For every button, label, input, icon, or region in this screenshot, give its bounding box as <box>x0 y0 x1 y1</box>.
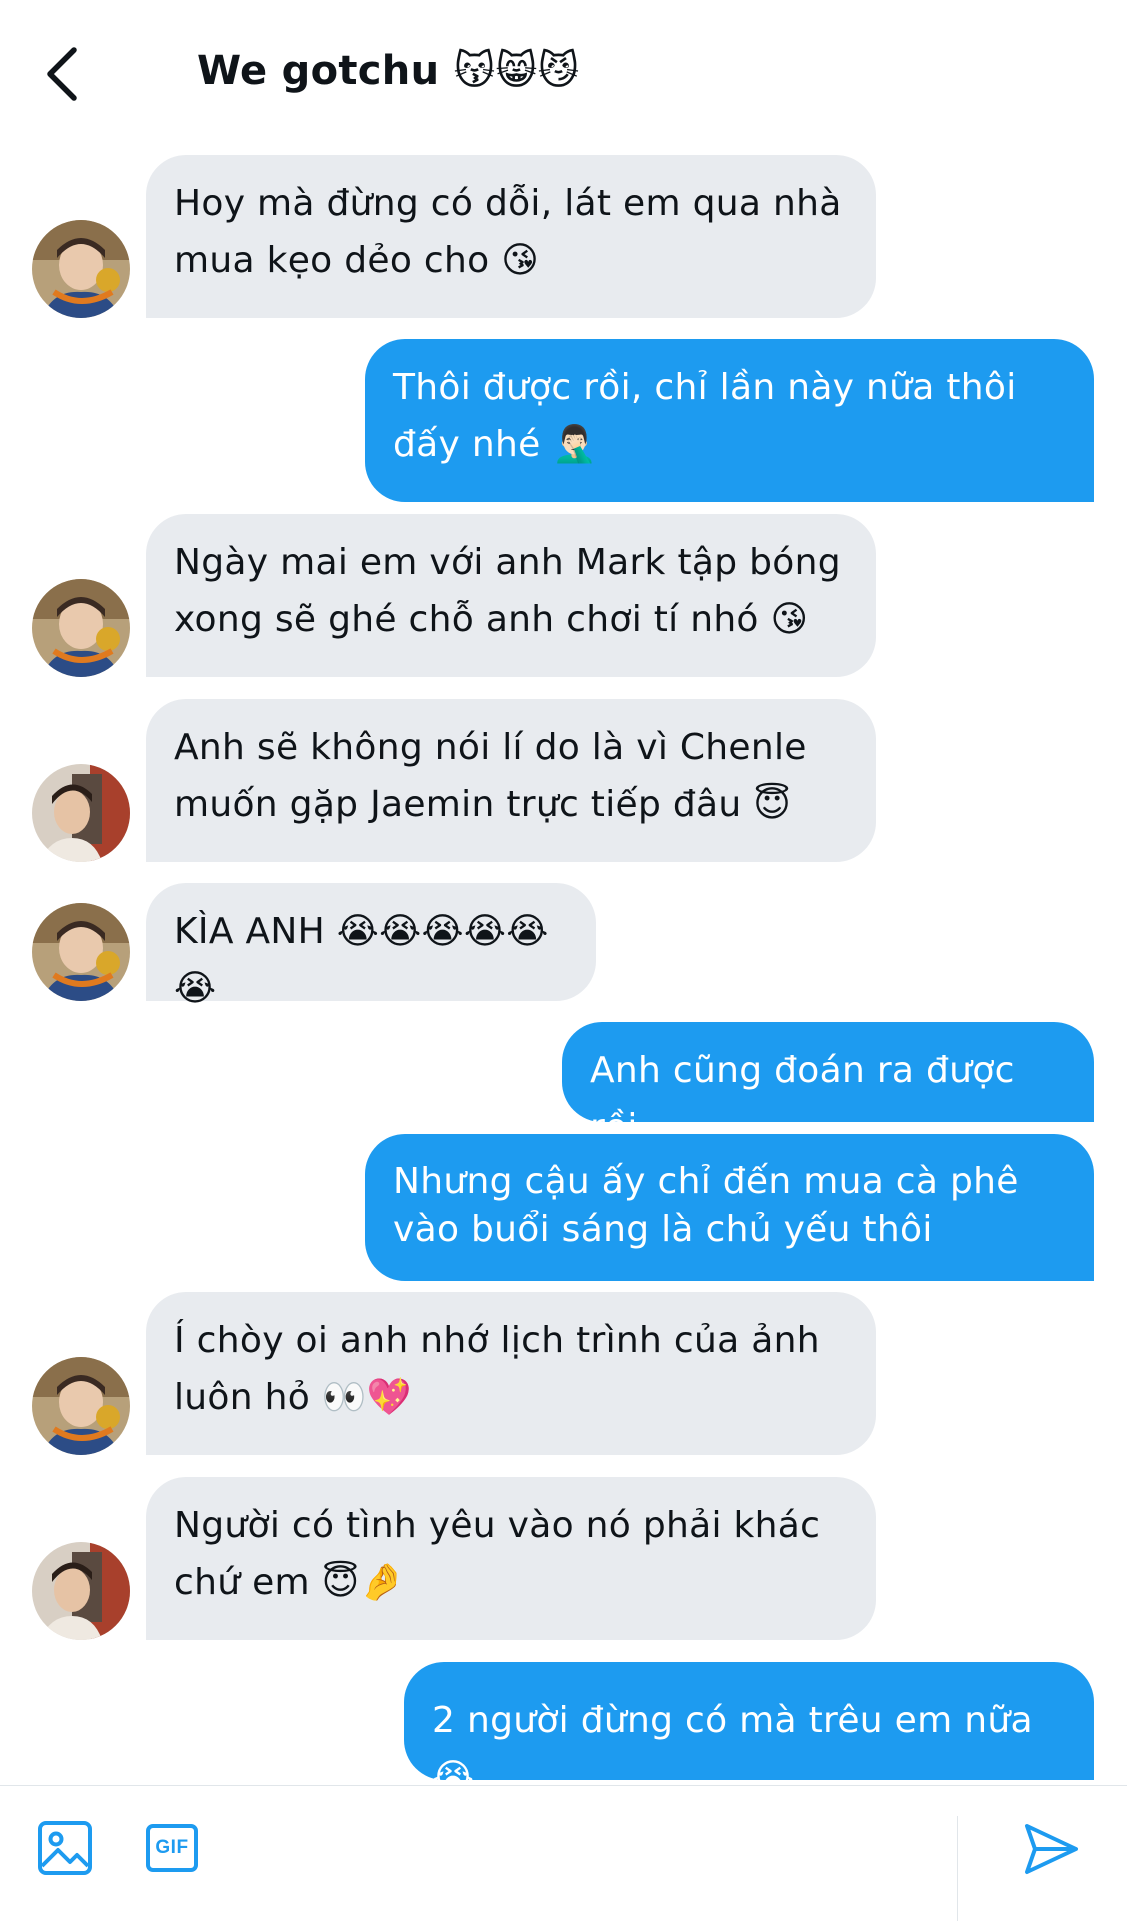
message-row: Anh cũng đoán ra được rồi <box>0 1022 1127 1148</box>
message-bubble[interactable]: Người có tình yêu vào nó phải khác chứ e… <box>146 1477 876 1640</box>
avatar[interactable] <box>32 764 130 862</box>
message-bubble[interactable]: Anh sẽ không nói lí do là vì Chenle muốn… <box>146 699 876 862</box>
chevron-left-icon <box>47 47 77 101</box>
gif-button[interactable]: GIF <box>140 1816 204 1880</box>
image-icon <box>38 1821 92 1875</box>
avatar[interactable] <box>32 1542 130 1640</box>
send-icon <box>1025 1824 1078 1874</box>
message-composer: GIF <box>0 1785 1127 1921</box>
message-row: Ngày mai em với anh Mark tập bóng xong s… <box>0 514 1127 677</box>
message-row: 2 người đừng có mà trêu em nữa 😭 <box>0 1662 1127 1798</box>
message-row: Nhưng cậu ấy chỉ đến mua cà phê vào buổi… <box>0 1134 1127 1281</box>
message-bubble[interactable]: Í chòy oi anh nhớ lịch trình của ảnh luô… <box>146 1292 876 1455</box>
image-button[interactable] <box>33 1816 97 1880</box>
avatar[interactable] <box>32 1357 130 1455</box>
message-row: Anh sẽ không nói lí do là vì Chenle muốn… <box>0 699 1127 862</box>
message-row: Hoy mà đừng có dỗi, lát em qua nhà mua k… <box>0 155 1127 320</box>
avatar[interactable] <box>32 220 130 318</box>
message-bubble[interactable]: Anh cũng đoán ra được rồi <box>562 1022 1094 1148</box>
message-bubble[interactable]: KÌA ANH 😭😭😭😭😭😭 <box>146 883 596 1009</box>
message-row: Í chòy oi anh nhớ lịch trình của ảnh luô… <box>0 1292 1127 1455</box>
composer-divider <box>957 1816 958 1921</box>
message-row: Người có tình yêu vào nó phải khác chứ e… <box>0 1477 1127 1640</box>
message-row: Thôi được rồi, chỉ lần này nữa thôi đấy … <box>0 339 1127 502</box>
message-bubble[interactable]: Ngày mai em với anh Mark tập bóng xong s… <box>146 514 876 677</box>
message-row: KÌA ANH 😭😭😭😭😭😭 <box>0 883 1127 1009</box>
back-button[interactable] <box>38 42 86 106</box>
message-bubble[interactable]: Hoy mà đừng có dỗi, lát em qua nhà mua k… <box>146 155 876 318</box>
send-button[interactable] <box>1016 1814 1086 1884</box>
conversation-header: We gotchu 😽😸😼 <box>0 0 1127 150</box>
message-bubble[interactable]: Thôi được rồi, chỉ lần này nữa thôi đấy … <box>365 339 1094 502</box>
gif-icon: GIF <box>146 1824 198 1872</box>
message-bubble[interactable]: 2 người đừng có mà trêu em nữa 😭 <box>404 1662 1094 1798</box>
avatar[interactable] <box>32 903 130 1001</box>
gif-label: GIF <box>155 1837 189 1858</box>
avatar[interactable] <box>32 579 130 677</box>
message-bubble[interactable]: Nhưng cậu ấy chỉ đến mua cà phê vào buổi… <box>365 1134 1094 1281</box>
conversation-title[interactable]: We gotchu 😽😸😼 <box>197 48 580 94</box>
